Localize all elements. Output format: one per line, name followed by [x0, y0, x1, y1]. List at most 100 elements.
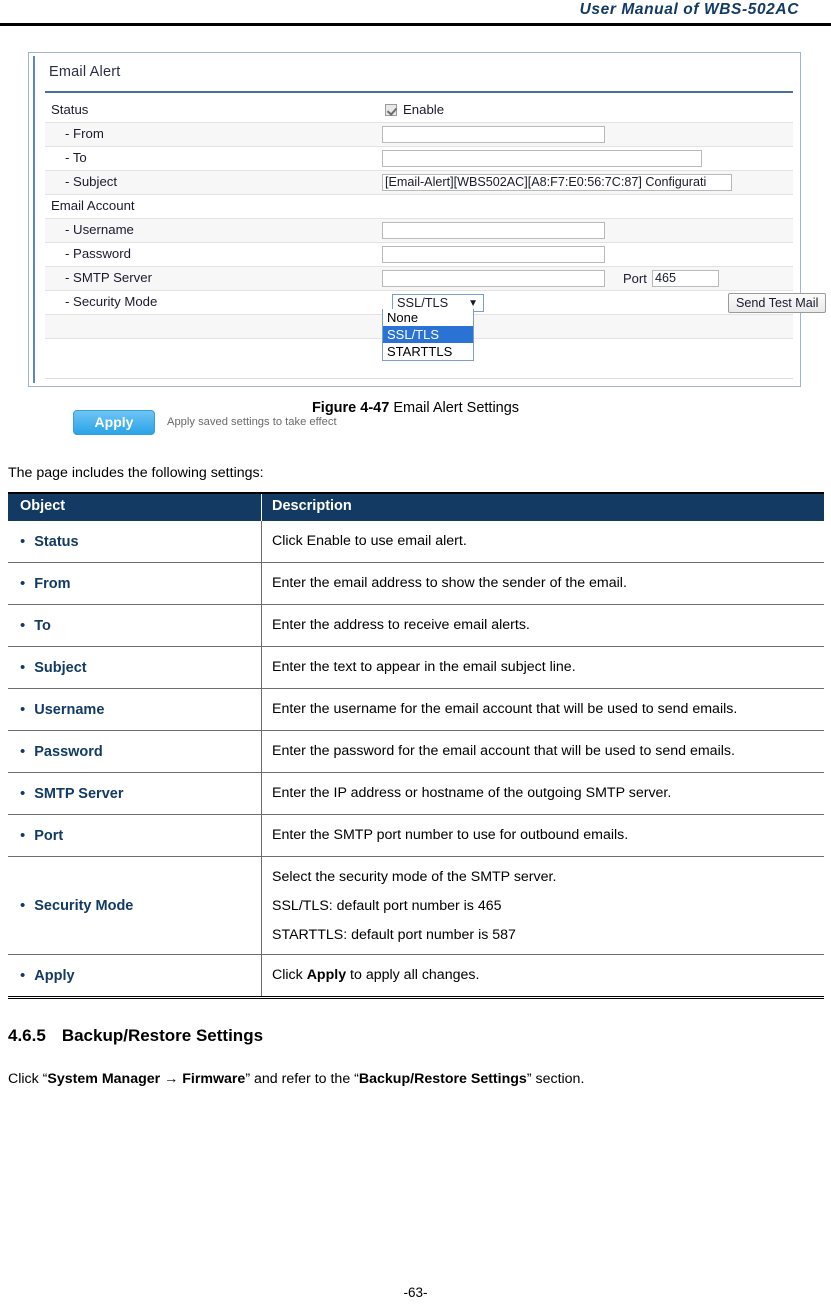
object-label: To	[34, 617, 51, 634]
description-line: SSL/TLS: default port number is 465	[272, 898, 502, 914]
column-header-object: Object	[8, 494, 262, 521]
settings-table: Object Description • Status Click Enable…	[8, 492, 824, 999]
description-line: Enter the text to appear in the email su…	[272, 659, 576, 675]
figure-label: Figure 4-47	[311, 400, 390, 416]
description-line: Enter the username for the email account…	[272, 701, 738, 717]
object-cell: • Subject	[8, 647, 262, 688]
username-input[interactable]	[382, 222, 605, 239]
subject-input[interactable]: [Email-Alert][WBS502AC][A8:F7:E0:56:7C:8…	[382, 174, 732, 191]
object-label: Password	[34, 743, 103, 760]
dropdown-option-none[interactable]: None	[383, 309, 473, 326]
screenshot-inner-frame: Email Alert Status Enable - From - To - …	[33, 56, 827, 435]
description-line: Enter the IP address or hostname of the …	[272, 785, 672, 801]
bullet-icon: •	[20, 827, 26, 844]
password-input[interactable]	[382, 246, 605, 263]
description-line: Enter the password for the email account…	[272, 743, 735, 759]
object-cell: • To	[8, 605, 262, 646]
bullet-icon: •	[20, 617, 26, 634]
section-number: 4.6.5	[8, 1026, 46, 1045]
object-cell: • SMTP Server	[8, 773, 262, 814]
status-enable-checkbox[interactable]: Enable	[385, 102, 444, 117]
table-row: • Apply Click Apply to apply all changes…	[8, 955, 824, 996]
label-password: - Password	[65, 246, 131, 261]
table-row: • SMTP Server Enter the IP address or ho…	[8, 773, 824, 815]
row-from: - From	[45, 123, 793, 147]
bullet-icon: •	[20, 533, 26, 550]
bullet-icon: •	[20, 967, 26, 984]
object-label: Port	[34, 827, 64, 844]
security-mode-selected-value: SSL/TLS	[397, 295, 449, 310]
panel-title-rule	[45, 91, 793, 93]
security-mode-dropdown-list[interactable]: None SSL/TLS STARTTLS	[382, 309, 474, 361]
page-running-header: User Manual of WBS-502AC	[0, 0, 831, 26]
panel-title: Email Alert	[49, 64, 121, 80]
label-subject: - Subject	[65, 174, 118, 189]
description-cell: Select the security mode of the SMTP ser…	[262, 857, 824, 954]
table-row: • Username Enter the username for the em…	[8, 689, 824, 731]
table-row: • Status Click Enable to use email alert…	[8, 521, 824, 563]
row-email-account-section: Email Account	[45, 195, 793, 219]
figure-caption-title: Email Alert Settings	[393, 400, 520, 416]
figure-caption: Figure 4-47 Email Alert Settings	[0, 400, 831, 416]
object-cell: • Apply	[8, 955, 262, 996]
label-email-account: Email Account	[51, 198, 135, 213]
object-label: Status	[34, 533, 79, 550]
from-input[interactable]	[382, 126, 605, 143]
table-row: • Port Enter the SMTP port number to use…	[8, 815, 824, 857]
header-divider-rule	[0, 23, 831, 26]
table-row: • Security Mode Select the security mode…	[8, 857, 824, 955]
bullet-icon: •	[20, 785, 26, 802]
description-line: Click Enable to use email alert.	[272, 533, 467, 549]
row-smtp-server: - SMTP Server Port 465	[45, 267, 793, 291]
column-header-description: Description	[272, 498, 352, 514]
label-port: Port	[623, 271, 647, 286]
description-cell: Enter the username for the email account…	[262, 689, 824, 730]
label-status: Status	[51, 102, 89, 117]
description-cell: Enter the IP address or hostname of the …	[262, 773, 824, 814]
panel-bottom-rule	[45, 378, 793, 379]
object-label: Subject	[34, 659, 87, 676]
row-subject: - Subject [Email-Alert][WBS502AC][A8:F7:…	[45, 171, 793, 195]
section-heading: 4.6.5 Backup/Restore Settings	[8, 1026, 263, 1046]
table-header-row: Object Description	[8, 494, 824, 521]
object-cell: • Status	[8, 521, 262, 562]
description-line: Enter the address to receive email alert…	[272, 617, 530, 633]
label-to: - To	[65, 150, 87, 165]
description-line: Enter the SMTP port number to use for ou…	[272, 827, 629, 843]
email-alert-screenshot-panel: Email Alert Status Enable - From - To - …	[28, 52, 827, 435]
description-cell: Enter the SMTP port number to use for ou…	[262, 815, 824, 856]
apply-hint-text: Apply saved settings to take effect	[167, 416, 337, 428]
row-username: - Username	[45, 219, 793, 243]
section-title: Backup/Restore Settings	[61, 1026, 264, 1045]
table-row: • Password Enter the password for the em…	[8, 731, 824, 773]
dropdown-option-ssltls[interactable]: SSL/TLS	[383, 326, 473, 343]
object-label: Security Mode	[34, 897, 134, 914]
description-cell: Click Apply to apply all changes.	[262, 955, 824, 996]
object-cell: • From	[8, 563, 262, 604]
label-username: - Username	[65, 222, 134, 237]
dropdown-option-starttls[interactable]: STARTTLS	[383, 343, 473, 360]
object-label: From	[34, 575, 71, 592]
label-from: - From	[65, 126, 104, 141]
row-to: - To	[45, 147, 793, 171]
object-label: SMTP Server	[34, 785, 124, 802]
label-smtp-server: - SMTP Server	[65, 270, 152, 285]
description-cell: Click Enable to use email alert.	[262, 521, 824, 562]
section-body-bold-1: System Manager → Firmware	[47, 1071, 246, 1087]
row-password: - Password	[45, 243, 793, 267]
object-cell: • Password	[8, 731, 262, 772]
smtp-server-input[interactable]	[382, 270, 605, 287]
description-cell: Enter the password for the email account…	[262, 731, 824, 772]
table-row: • Subject Enter the text to appear in th…	[8, 647, 824, 689]
intro-text: The page includes the following settings…	[8, 465, 264, 481]
bullet-icon: •	[20, 659, 26, 676]
port-input[interactable]: 465	[652, 270, 719, 287]
section-body: Click “System Manager → Firmware” and re…	[8, 1071, 584, 1087]
description-cell: Enter the email address to show the send…	[262, 563, 824, 604]
description-line: Select the security mode of the SMTP ser…	[272, 869, 557, 885]
send-test-mail-button[interactable]: Send Test Mail	[728, 293, 827, 313]
bullet-icon: •	[20, 701, 26, 718]
to-input[interactable]	[382, 150, 702, 167]
section-body-suffix: ” section.	[526, 1071, 585, 1087]
description-line: STARTTLS: default port number is 587	[272, 927, 516, 943]
